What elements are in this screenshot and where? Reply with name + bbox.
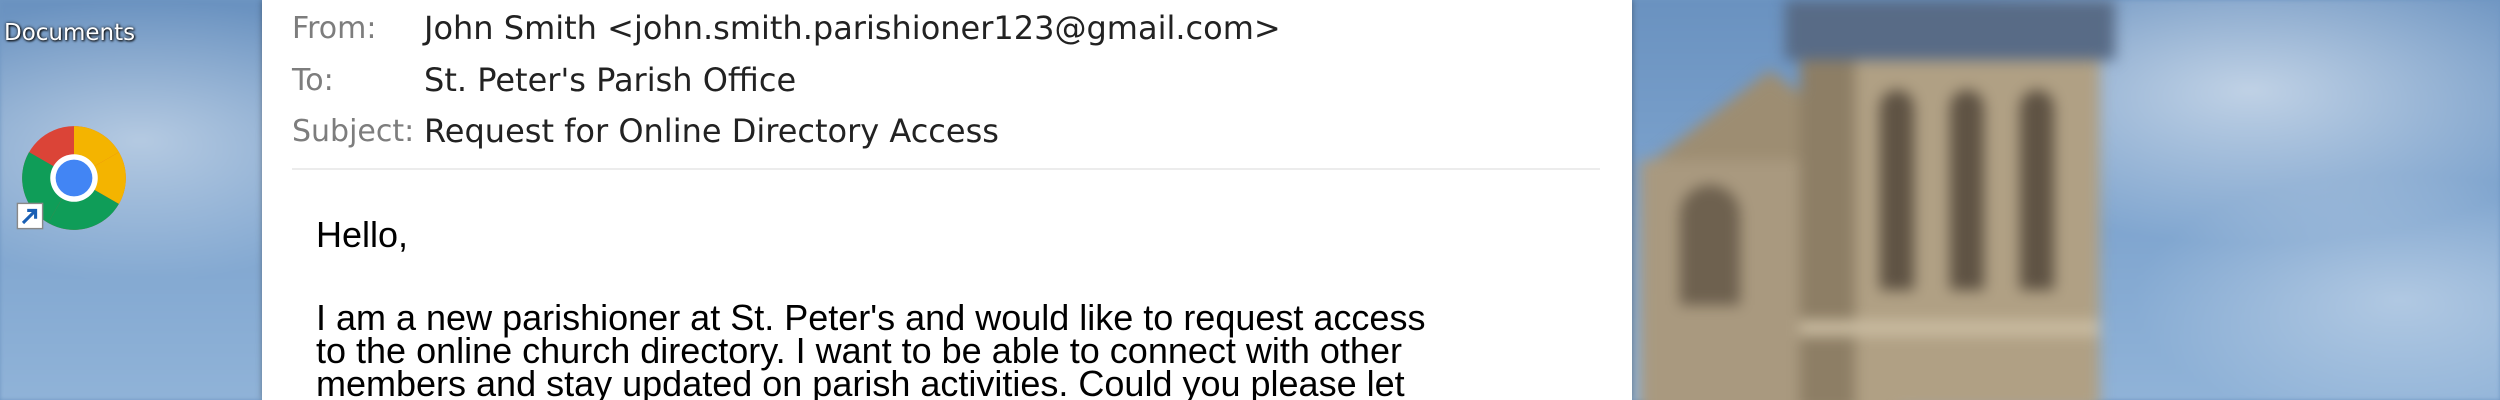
documents-desktop-icon[interactable]: Documents [4, 20, 135, 46]
email-window: From: John Smith <john.smith.parishioner… [262, 0, 1632, 400]
to-value[interactable]: St. Peter's Parish Office [424, 61, 796, 99]
to-row: To: St. Peter's Parish Office [292, 57, 796, 103]
from-label: From: [292, 10, 377, 46]
subject-value: Request for Online Directory Access [424, 112, 999, 150]
shortcut-arrow-icon [16, 202, 44, 230]
email-body-line: members and stay updated on parish activ… [316, 363, 1405, 400]
documents-label: Documents [4, 20, 136, 46]
email-body: Hello, I am a new parishioner at St. Pet… [316, 214, 1596, 400]
to-label: To: [292, 62, 334, 98]
email-greeting: Hello, [316, 214, 409, 255]
church-wallpaper-image [1620, 0, 2160, 400]
from-row: From: John Smith <john.smith.parishioner… [292, 5, 1281, 51]
header-divider [292, 168, 1600, 170]
subject-row: Subject: Request for Online Directory Ac… [292, 108, 999, 154]
from-value[interactable]: John Smith <john.smith.parishioner123@gm… [424, 9, 1281, 47]
subject-label: Subject: [292, 113, 415, 149]
